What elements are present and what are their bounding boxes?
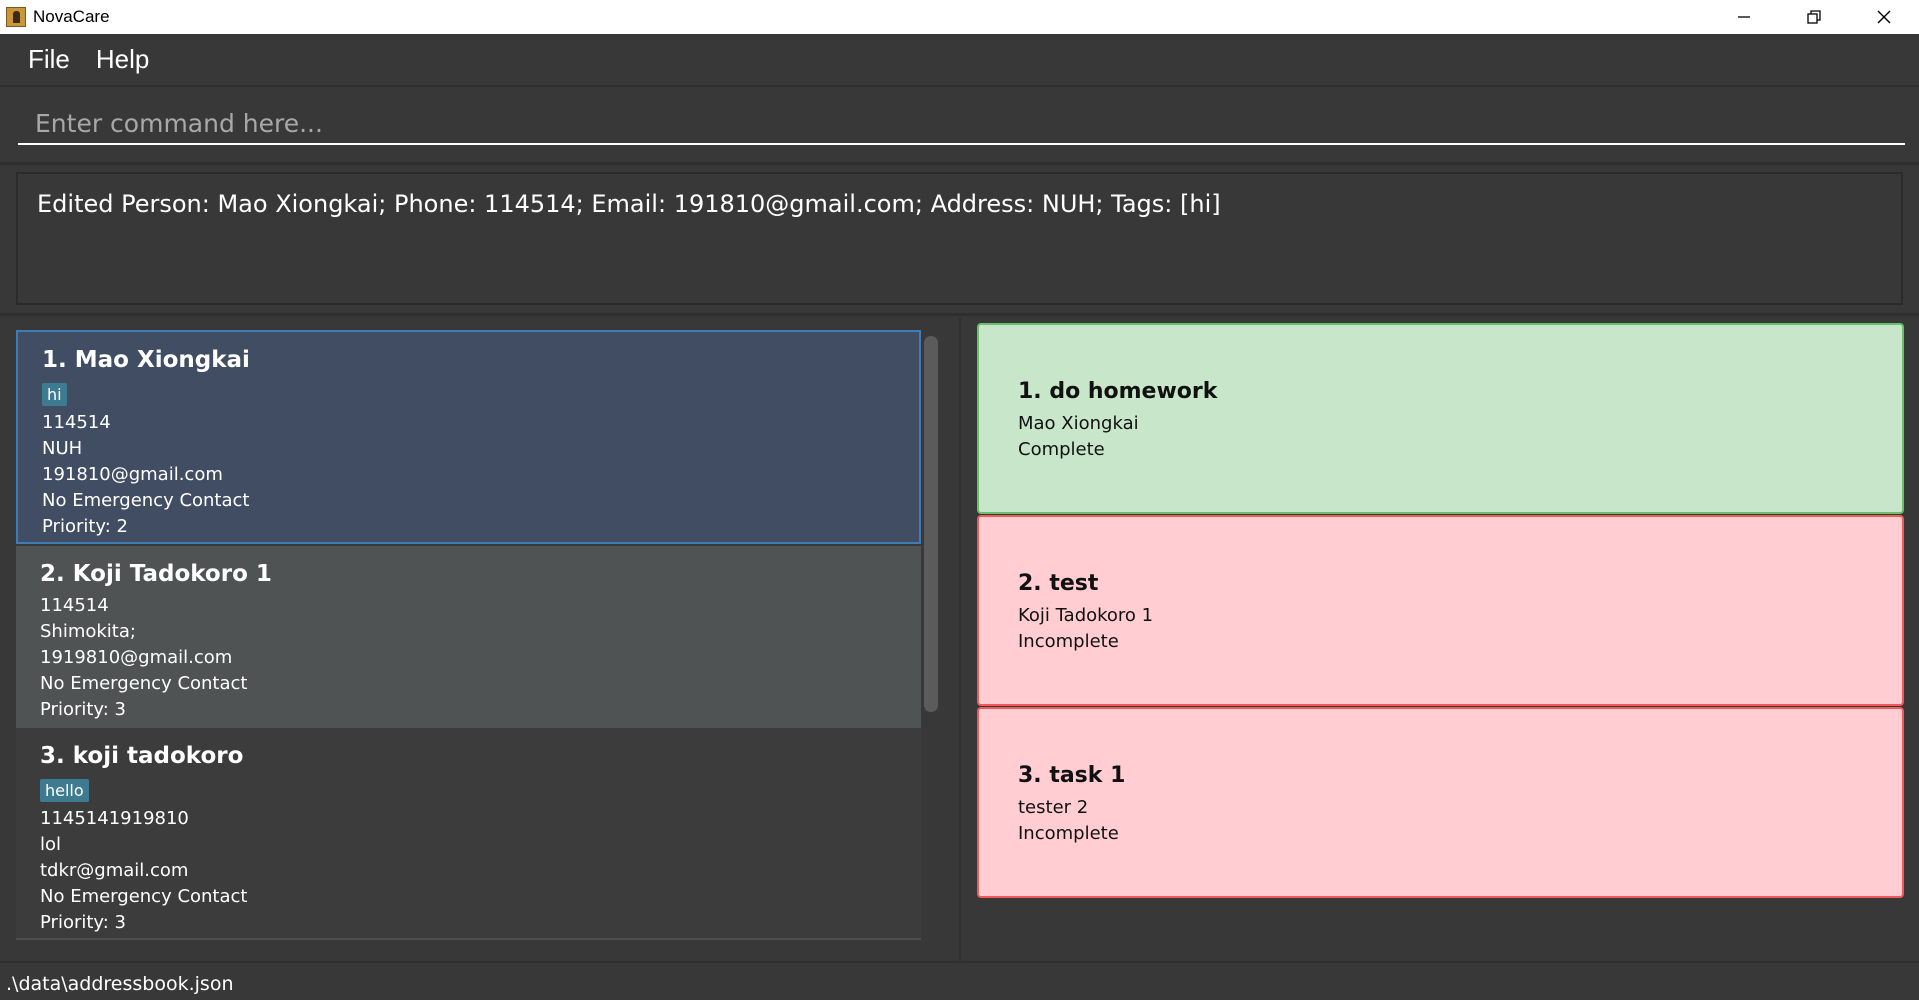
title-bar: NovaCare [0,0,1919,34]
person-emergency-contact: No Emergency Contact [42,490,250,511]
close-icon [1877,10,1891,24]
task-card[interactable]: 2. test Koji Tadokoro 1 Incomplete [977,515,1904,706]
person-list-panel: 1. Mao Xiongkai hi 114514 NUH 191810@gma… [0,318,959,961]
menu-bar: File Help [0,34,1919,87]
task-list-panel: 1. do homework Mao Xiongkai Complete 2. … [961,318,1919,961]
restore-button[interactable] [1779,0,1849,34]
restore-icon [1807,10,1821,24]
status-bar: .\data\addressbook.json [0,961,1919,1000]
person-list-scrollbar[interactable] [924,336,938,712]
person-name: 1. Mao Xiongkai [42,347,250,373]
person-tag: hi [42,383,67,406]
person-emergency-contact: No Emergency Contact [40,886,248,907]
person-name: 3. koji tadokoro [40,743,244,769]
task-person: tester 2 [1018,797,1089,818]
person-phone: 114514 [42,412,111,433]
person-priority: Priority: 3 [40,912,126,933]
window-title: NovaCare [33,7,110,26]
person-priority: Priority: 3 [40,699,126,720]
person-address: lol [40,834,62,855]
person-email: 191810@gmail.com [42,464,223,485]
task-title: 3. task 1 [1018,763,1126,788]
person-tag: hello [40,779,89,802]
person-card[interactable]: 1. Mao Xiongkai hi 114514 NUH 191810@gma… [16,330,921,544]
close-button[interactable] [1849,0,1919,34]
person-emergency-contact: No Emergency Contact [40,673,248,694]
save-location-path: .\data\addressbook.json [6,973,234,995]
task-card[interactable]: 1. do homework Mao Xiongkai Complete [977,323,1904,514]
result-text: Edited Person: Mao Xiongkai; Phone: 1145… [37,190,1221,218]
command-box [0,89,1919,165]
task-status: Incomplete [1018,823,1119,844]
scrollbar-thumb[interactable] [924,336,938,712]
task-person: Koji Tadokoro 1 [1018,605,1154,626]
person-phone: 114514 [40,595,109,616]
person-card[interactable]: 3. koji tadokoro hello 1145141919810 lol… [16,728,921,940]
menu-file[interactable]: File [24,44,74,75]
menu-help[interactable]: Help [92,44,153,75]
person-list[interactable]: 1. Mao Xiongkai hi 114514 NUH 191810@gma… [16,330,921,950]
window-controls [1709,0,1919,34]
command-input[interactable] [18,103,1905,145]
result-display[interactable]: Edited Person: Mao Xiongkai; Phone: 1145… [16,172,1903,305]
person-email: tdkr@gmail.com [40,860,189,881]
person-phone: 1145141919810 [40,808,189,829]
person-card[interactable]: 2. Koji Tadokoro 1 114514 Shimokita; 191… [16,546,921,728]
task-title: 1. do homework [1018,379,1218,404]
person-email: 1919810@gmail.com [40,647,233,668]
task-status: Incomplete [1018,631,1119,652]
task-status: Complete [1018,439,1105,460]
person-address: Shimokita; [40,621,136,642]
task-person: Mao Xiongkai [1018,413,1139,434]
horizontal-divider [0,313,1919,316]
task-title: 2. test [1018,571,1099,596]
task-card[interactable]: 3. task 1 tester 2 Incomplete [977,707,1904,898]
person-name: 2. Koji Tadokoro 1 [40,561,272,587]
person-address: NUH [42,438,83,459]
minimize-button[interactable] [1709,0,1779,34]
person-priority: Priority: 2 [42,516,128,537]
app-logo-icon [6,7,26,27]
minimize-icon [1738,16,1750,18]
